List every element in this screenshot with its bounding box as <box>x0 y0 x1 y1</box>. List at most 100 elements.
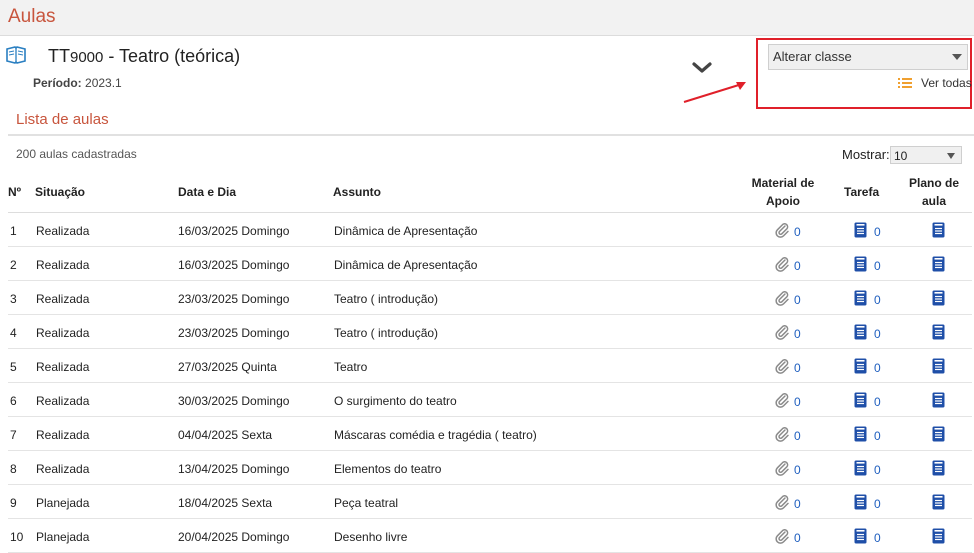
row-assunto: Peça teatral <box>334 496 399 510</box>
class-select-label: Alterar classe <box>773 49 852 64</box>
material-count-link[interactable]: 0 <box>794 225 801 239</box>
document-icon[interactable] <box>932 426 945 442</box>
material-count-link[interactable]: 0 <box>794 327 801 341</box>
material-count-link[interactable]: 0 <box>794 293 801 307</box>
tarefa-count-link[interactable]: 0 <box>874 293 881 307</box>
document-icon[interactable] <box>854 426 867 442</box>
table-row[interactable]: 6 Realizada 30/03/2025 Domingo O surgimento… <box>8 383 972 417</box>
document-icon[interactable] <box>932 324 945 340</box>
table-row[interactable]: 5 Realizada 27/03/2025 Quinta Teatro 0 0 <box>8 349 972 383</box>
paperclip-icon[interactable] <box>774 290 790 306</box>
document-icon[interactable] <box>854 528 867 544</box>
table-row[interactable]: 7 Realizada 04/04/2025 Sexta Máscaras coméd… <box>8 417 972 451</box>
paperclip-icon[interactable] <box>774 256 790 272</box>
period-value: 2023.1 <box>85 76 122 90</box>
tarefa-count-link[interactable]: 0 <box>874 463 881 477</box>
paperclip-icon[interactable] <box>774 392 790 408</box>
row-assunto: Teatro ( introdução) <box>334 292 439 306</box>
course-code-letters: TT <box>48 46 70 66</box>
row-assunto: Elementos do teatro <box>334 462 442 476</box>
row-data: 16/03/2025 Domingo <box>178 224 290 238</box>
dropdown-arrow-icon <box>952 54 962 60</box>
row-num: 8 <box>10 462 17 476</box>
tarefa-count-link[interactable]: 0 <box>874 259 881 273</box>
material-count-link[interactable]: 0 <box>794 361 801 375</box>
ver-todas-label: Ver todas <box>921 76 972 90</box>
table-row[interactable]: 3 Realizada 23/03/2025 Domingo Teatro ( int… <box>8 281 972 315</box>
row-num: 7 <box>10 428 17 442</box>
document-icon[interactable] <box>854 222 867 238</box>
header-tarefa: Tarefa <box>844 185 880 199</box>
table-row[interactable]: 8 Realizada 13/04/2025 Domingo Elementos do… <box>8 451 972 485</box>
material-count-link[interactable]: 0 <box>794 497 801 511</box>
tarefa-count-link[interactable]: 0 <box>874 327 881 341</box>
tarefa-count-link[interactable]: 0 <box>874 395 881 409</box>
document-icon[interactable] <box>854 290 867 306</box>
row-situacao: Realizada <box>36 428 90 442</box>
paperclip-icon[interactable] <box>774 460 790 476</box>
document-icon[interactable] <box>932 460 945 476</box>
document-icon[interactable] <box>932 358 945 374</box>
row-num: 10 <box>10 530 24 544</box>
lesson-count: 200 aulas cadastradas <box>16 147 137 161</box>
document-icon[interactable] <box>854 392 867 408</box>
row-assunto: Dinâmica de Apresentação <box>334 224 478 238</box>
page-title: Aulas <box>8 6 56 27</box>
tarefa-count-link[interactable]: 0 <box>874 225 881 239</box>
material-count-link[interactable]: 0 <box>794 463 801 477</box>
paperclip-icon[interactable] <box>774 528 790 544</box>
course-period: Período: 2023.1 <box>33 76 122 90</box>
document-icon[interactable] <box>932 528 945 544</box>
ver-todas-link[interactable]: Ver todas <box>898 76 972 90</box>
table-header: Nº Situação Data e Dia Assunto Material … <box>8 172 972 213</box>
row-assunto: O surgimento do teatro <box>334 394 457 408</box>
paperclip-icon[interactable] <box>774 494 790 510</box>
tarefa-count-link[interactable]: 0 <box>874 361 881 375</box>
material-count-link[interactable]: 0 <box>794 395 801 409</box>
chevron-down-icon[interactable] <box>690 58 714 78</box>
tarefa-count-link[interactable]: 0 <box>874 429 881 443</box>
table-row[interactable]: 1 Realizada 16/03/2025 Domingo Dinâmica de … <box>8 213 972 247</box>
row-situacao: Realizada <box>36 326 90 340</box>
section-divider <box>8 134 974 136</box>
row-data: 27/03/2025 Quinta <box>178 360 277 374</box>
paperclip-icon[interactable] <box>774 426 790 442</box>
class-select[interactable]: Alterar classe <box>768 44 968 70</box>
paperclip-icon[interactable] <box>774 222 790 238</box>
dropdown-arrow-icon <box>947 153 955 159</box>
row-num: 4 <box>10 326 17 340</box>
table-row[interactable]: 2 Realizada 16/03/2025 Domingo Dinâmica de … <box>8 247 972 281</box>
document-icon[interactable] <box>854 494 867 510</box>
course-title: TT9000 - Teatro (teórica) <box>48 46 240 67</box>
page-size-value: 10 <box>894 149 908 163</box>
document-icon[interactable] <box>854 324 867 340</box>
table-row[interactable]: 9 Planejada 18/04/2025 Sexta Peça teatral 0 0 <box>8 485 972 519</box>
document-icon[interactable] <box>932 222 945 238</box>
book-icon <box>6 46 26 64</box>
document-icon[interactable] <box>932 290 945 306</box>
table-row[interactable]: 10 Planejada 20/04/2025 Domingo Desenho liv… <box>8 519 972 553</box>
paperclip-icon[interactable] <box>774 324 790 340</box>
tarefa-count-link[interactable]: 0 <box>874 497 881 511</box>
course-code-number: 9000 <box>70 49 104 66</box>
document-icon[interactable] <box>932 392 945 408</box>
list-icon <box>898 78 912 88</box>
row-situacao: Planejada <box>36 496 90 510</box>
material-count-link[interactable]: 0 <box>794 531 801 545</box>
header-material-1: Material de <box>751 176 815 190</box>
row-num: 1 <box>10 224 17 238</box>
document-icon[interactable] <box>854 358 867 374</box>
material-count-link[interactable]: 0 <box>794 429 801 443</box>
document-icon[interactable] <box>854 460 867 476</box>
material-count-link[interactable]: 0 <box>794 259 801 273</box>
section-title: Lista de aulas <box>16 111 109 128</box>
header-material-2: Apoio <box>766 194 800 208</box>
table-row[interactable]: 4 Realizada 23/03/2025 Domingo Teatro ( int… <box>8 315 972 349</box>
paperclip-icon[interactable] <box>774 358 790 374</box>
tarefa-count-link[interactable]: 0 <box>874 531 881 545</box>
row-num: 5 <box>10 360 17 374</box>
document-icon[interactable] <box>932 256 945 272</box>
document-icon[interactable] <box>854 256 867 272</box>
page-size-select[interactable]: 10 <box>890 146 962 164</box>
document-icon[interactable] <box>932 494 945 510</box>
